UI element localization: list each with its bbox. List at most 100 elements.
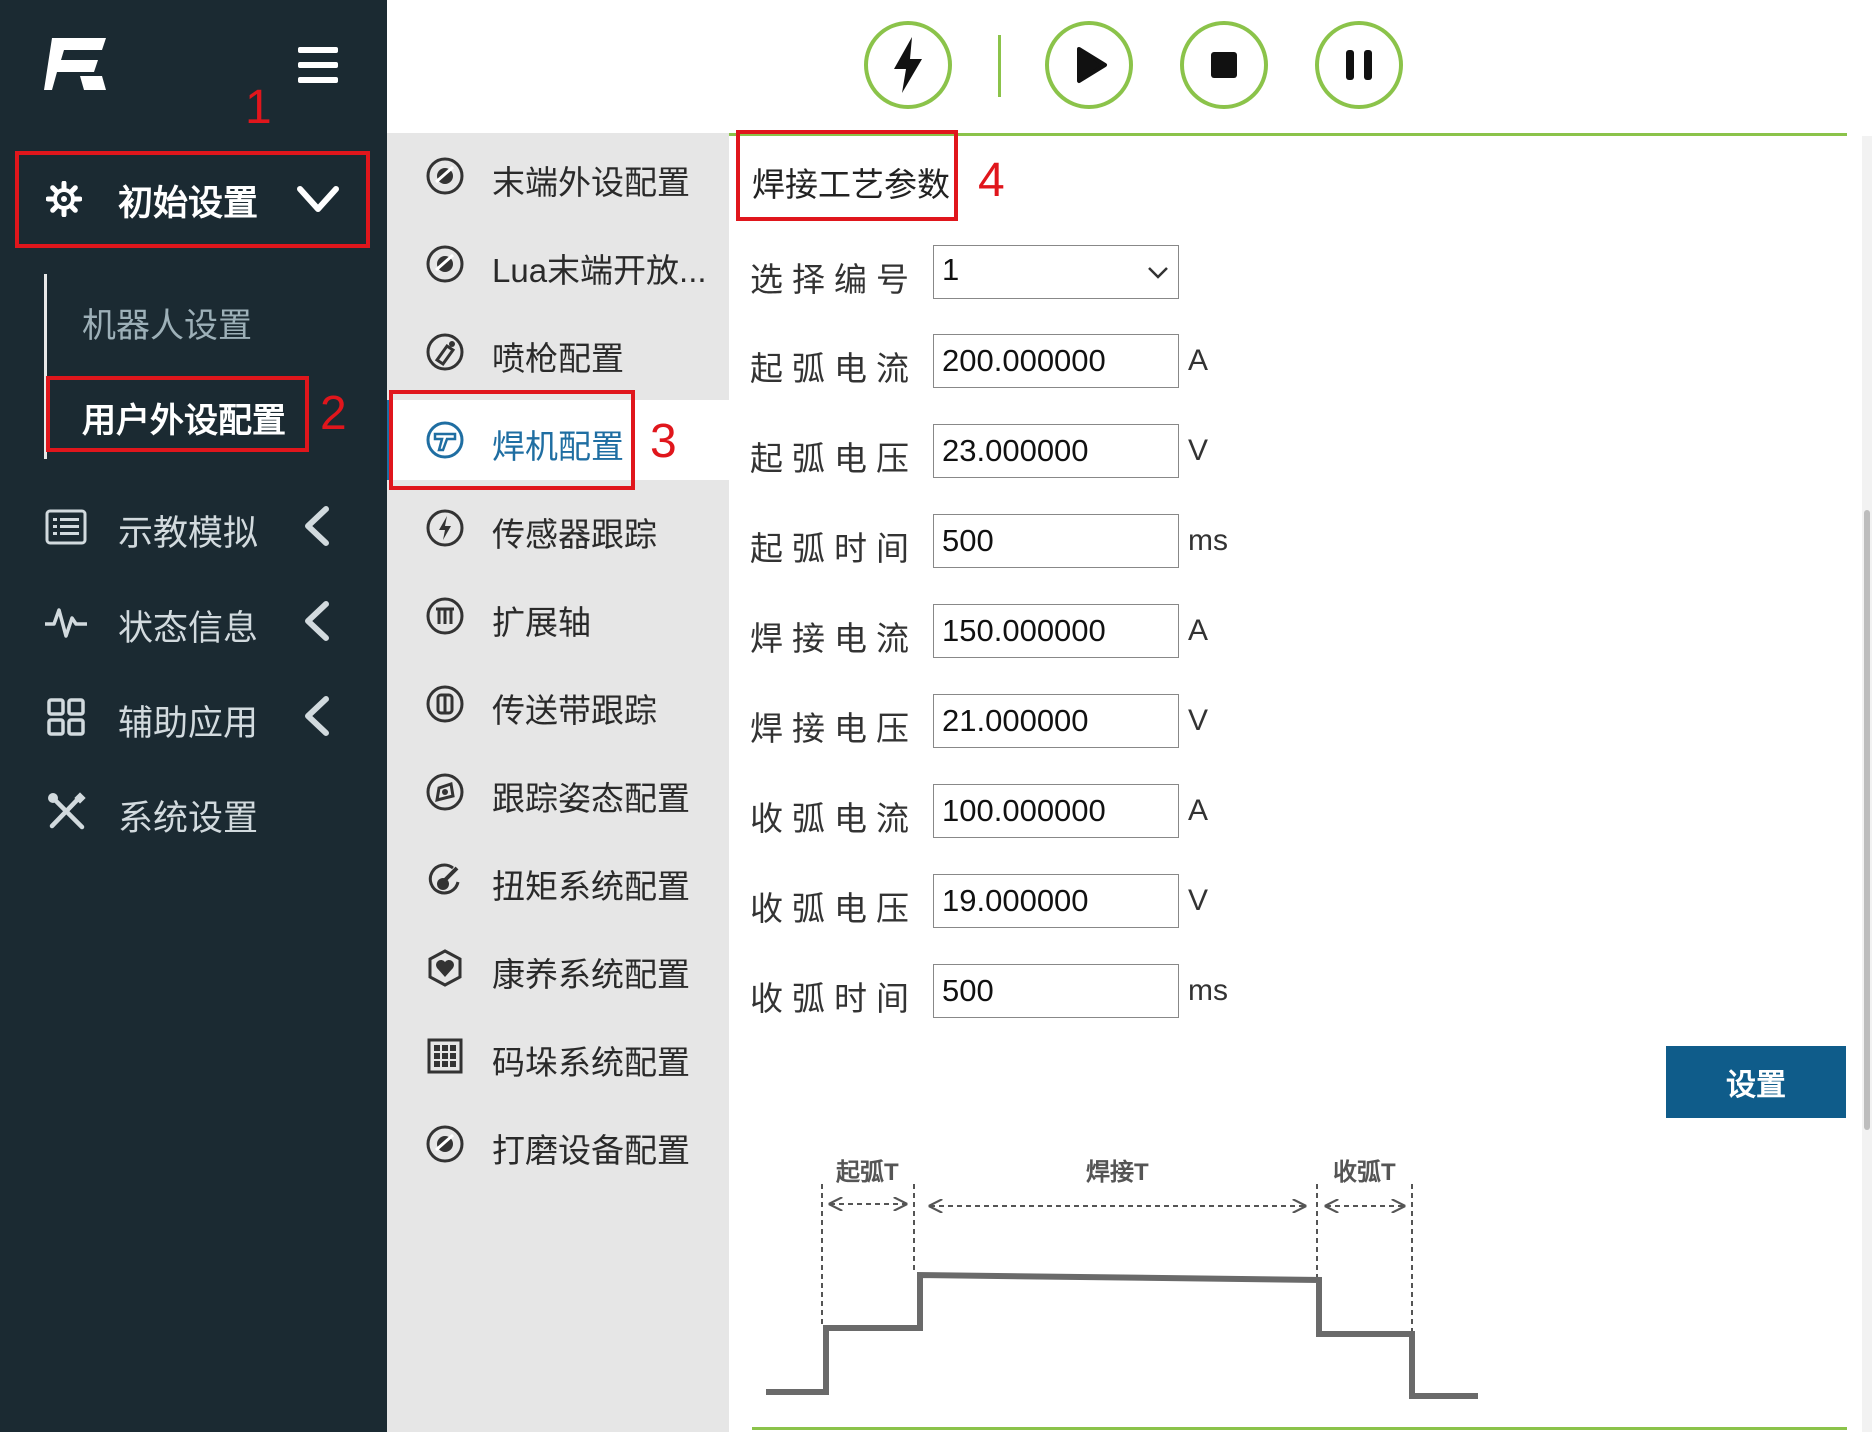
submenu-robot-settings[interactable]: 机器人设置 [82,298,252,347]
sensor-icon [426,509,464,547]
annotation-number: 1 [245,81,272,134]
param-label: 收弧电压 [750,890,918,927]
play-button[interactable] [1045,21,1133,109]
weld-time-label: 焊接T [1086,1159,1149,1186]
submenu-item-label: Lua末端开放... [492,252,707,289]
end-effector-icon [426,245,464,283]
sidebar-item-label: 状态信息 [118,609,259,648]
welding-timing-diagram: 起弧T 焊接T 收弧T [760,1140,1500,1410]
arc-start-current-input[interactable] [933,334,1179,388]
submenu-item-spray-gun[interactable]: 喷枪配置 [387,312,729,392]
arc-start-voltage-input[interactable] [933,424,1179,478]
stop-button[interactable] [1180,21,1268,109]
chevron-left-icon [305,506,329,546]
submenu-item-health-system[interactable]: 康养系统配置 [387,928,729,1008]
grid-apps-icon [47,698,85,736]
annotation-box [389,390,635,490]
arc-end-current-input[interactable] [933,784,1179,838]
arc-start-time-input[interactable] [933,514,1179,568]
weld-voltage-input[interactable] [933,694,1179,748]
annotation-box [46,376,309,452]
param-unit: A [1188,344,1209,377]
param-label: 焊接电流 [750,620,918,657]
scrollbar-thumb[interactable] [1864,510,1870,1130]
submenu-item-tracking-pose[interactable]: 跟踪姿态配置 [387,752,729,832]
submenu-item-label: 扭矩系统配置 [492,868,690,905]
toolbar-separator [998,35,1001,97]
arc-start-time-label: 起弧T [836,1159,899,1186]
param-label: 收弧时间 [750,980,918,1017]
list-icon [45,509,87,545]
sidebar-item-system-settings[interactable]: 系统设置 [0,776,387,846]
pose-icon [426,773,464,811]
param-label: 焊接电压 [750,710,918,747]
grinding-icon [426,1125,464,1163]
param-unit: V [1188,704,1209,737]
weld-current-input[interactable] [933,604,1179,658]
param-unit: ms [1188,524,1228,557]
annotation-box [736,130,958,221]
submenu-item-grinding-device[interactable]: 打磨设备配置 [387,1104,729,1184]
pause-icon [1346,50,1372,80]
select-number-label: 选择编号 [750,261,918,298]
chevron-down-icon [1148,267,1168,279]
select-number-value: 1 [942,252,960,287]
submenu-item-label: 传送带跟踪 [492,692,657,729]
annotation-number: 3 [650,415,677,468]
pause-button[interactable] [1315,21,1403,109]
arc-end-time-input[interactable] [933,964,1179,1018]
set-button[interactable]: 设置 [1666,1046,1846,1118]
content-bottom-divider [752,1427,1847,1430]
lightning-icon [894,37,922,93]
play-icon [1077,47,1107,83]
conveyor-icon [426,685,464,723]
submenu-item-label: 扩展轴 [492,604,591,641]
tools-icon [48,792,86,830]
spray-gun-icon [426,333,464,371]
hamburger-menu-icon[interactable] [296,45,340,85]
end-effector-icon [426,157,464,195]
submenu-item-extension-axis[interactable]: 扩展轴 [387,576,729,656]
param-label: 起弧时间 [750,530,918,567]
chevron-left-icon [305,696,329,736]
sidebar-item-auxiliary-apps[interactable]: 辅助应用 [0,681,387,751]
quick-action-button[interactable] [864,21,952,109]
select-number-dropdown[interactable]: 1 [933,245,1179,299]
submenu-item-label: 打磨设备配置 [492,1132,690,1169]
submenu-item-conveyor-tracking[interactable]: 传送带跟踪 [387,664,729,744]
param-unit: ms [1188,974,1228,1007]
palletizing-icon [427,1038,463,1074]
param-unit: A [1188,614,1209,647]
axis-icon [426,597,464,635]
submenu-item-label: 码垛系统配置 [492,1044,690,1081]
param-unit: V [1188,434,1209,467]
app-logo [44,38,106,90]
sidebar-item-label: 示教模拟 [118,514,259,553]
sidebar-item-label: 辅助应用 [118,704,259,743]
submenu-item-end-peripheral[interactable]: 末端外设配置 [387,136,729,216]
submenu-item-label: 跟踪姿态配置 [492,780,690,817]
param-label: 起弧电流 [750,350,918,387]
pulse-icon [45,608,87,638]
annotation-number: 4 [978,154,1005,207]
submenu-item-label: 传感器跟踪 [492,516,657,553]
param-label: 起弧电压 [750,440,918,477]
arc-end-voltage-input[interactable] [933,874,1179,928]
sidebar: 1 初始设置 机器人设置 用户外设配置 2 示教模拟 状态信息 辅助应用 系统设… [0,0,387,1432]
submenu-item-sensor-tracking[interactable]: 传感器跟踪 [387,488,729,568]
health-icon [428,949,462,987]
submenu-item-label: 康养系统配置 [492,956,690,993]
submenu-item-label: 喷枪配置 [492,340,624,377]
sidebar-item-status-info[interactable]: 状态信息 [0,586,387,656]
submenu-item-lua-end-open[interactable]: Lua末端开放... [387,224,729,304]
param-label: 收弧电流 [750,800,918,837]
param-unit: V [1188,884,1209,917]
arc-end-time-label: 收弧T [1333,1159,1396,1186]
submenu-item-palletizing-system[interactable]: 码垛系统配置 [387,1016,729,1096]
annotation-number: 2 [320,387,347,440]
torque-icon [428,863,460,895]
param-unit: A [1188,794,1209,827]
sidebar-item-teaching-simulation[interactable]: 示教模拟 [0,491,387,561]
stop-icon [1211,52,1237,78]
submenu-item-torque-system[interactable]: 扭矩系统配置 [387,840,729,920]
